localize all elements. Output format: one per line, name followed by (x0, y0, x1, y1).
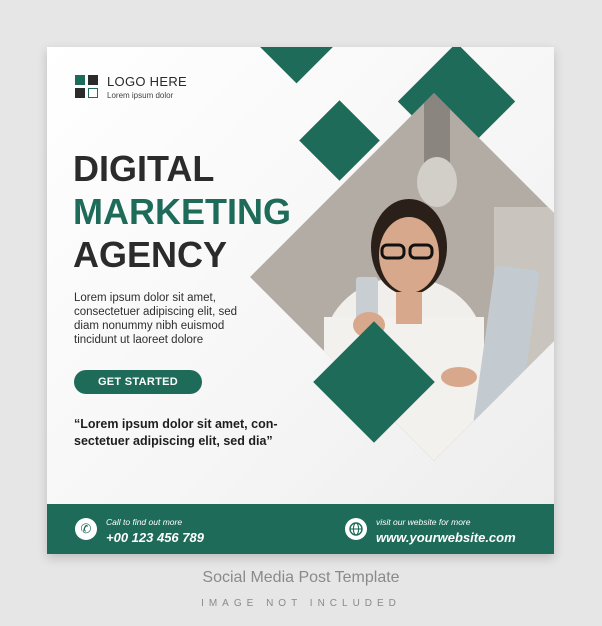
globe-icon (345, 518, 367, 540)
headline-line-1: DIGITAL (73, 148, 215, 189)
template-caption: Social Media Post Template (202, 569, 400, 586)
logo-subtitle: Lorem ipsum dolor (107, 91, 174, 100)
social-media-post-card: LOGO HERE Lorem ipsum dolor DIGITAL MARK… (47, 47, 554, 554)
phone-number[interactable]: +00 123 456 789 (106, 530, 204, 545)
decor-diamond-top (257, 47, 336, 84)
website-link[interactable]: www.yourwebsite.com (376, 530, 516, 545)
logo-mark-icon (75, 75, 99, 99)
logo-title: LOGO HERE (107, 74, 187, 89)
logo: LOGO HERE Lorem ipsum dolor (75, 74, 187, 100)
quote-text: “Lorem ipsum dolor sit amet, con-sectetu… (74, 417, 278, 448)
image-note: IMAGE NOT INCLUDED (201, 598, 401, 609)
phone-icon: ✆ (75, 518, 97, 540)
phone-caption: Call to find out more (106, 517, 183, 527)
headline: DIGITAL MARKETING AGENCY (73, 147, 291, 276)
headline-line-3: AGENCY (73, 234, 228, 275)
get-started-button[interactable]: GET STARTED (74, 370, 202, 394)
contact-footer: ✆ Call to find out more +00 123 456 789 … (47, 504, 554, 554)
website-caption: visit our website for more (376, 517, 471, 527)
headline-line-2: MARKETING (73, 191, 291, 232)
body-text: Lorem ipsum dolor sit amet, consectetuer… (74, 292, 238, 346)
